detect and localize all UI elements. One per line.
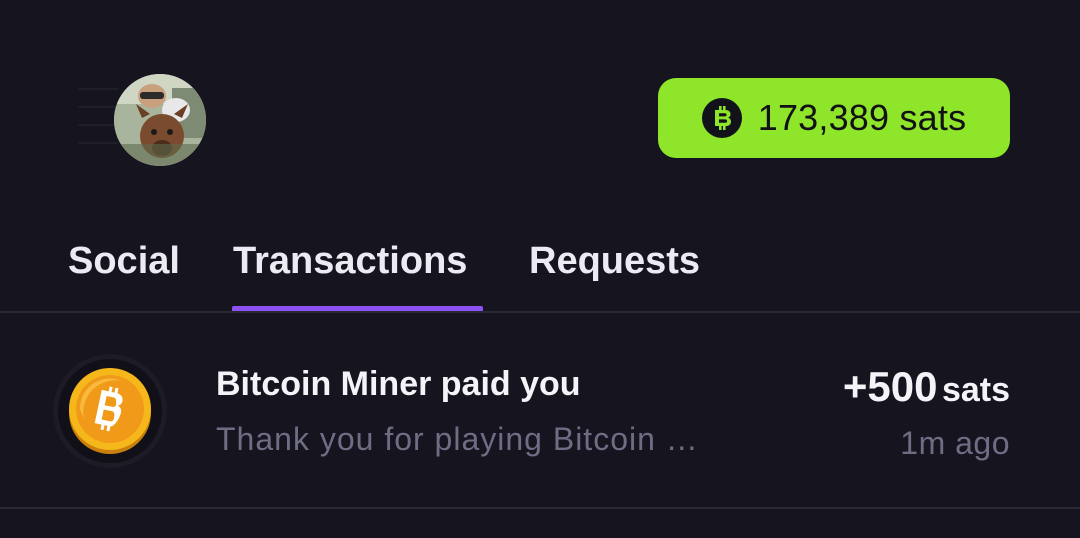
amount-unit: sats (941, 371, 1010, 409)
user-avatar-photo (114, 74, 206, 166)
balance-button[interactable]: 173,389 sats (658, 78, 1010, 158)
balance-amount: 173,389 sats (757, 97, 967, 138)
divider (0, 507, 1080, 509)
tab-transactions[interactable]: Transactions (233, 240, 467, 283)
tab-bar: Social Transactions Requests (0, 232, 1080, 312)
bitcoin-gold-coin-icon (52, 353, 168, 469)
amount-value: +500 (842, 363, 938, 410)
transaction-row[interactable]: Bitcoin Miner paid you Thank you for pla… (0, 313, 1080, 507)
bitcoin-coin-icon (701, 98, 742, 138)
tab-requests[interactable]: Requests (529, 240, 700, 283)
transaction-time: 1m ago (900, 425, 1010, 461)
transaction-subtitle: Thank you for playing Bitcoin Miner! (216, 421, 716, 457)
header: 173,389 sats (0, 0, 1080, 200)
tab-social[interactable]: Social (68, 240, 180, 283)
avatar[interactable] (114, 74, 206, 166)
transaction-title: Bitcoin Miner paid you (216, 365, 581, 403)
transaction-amount: +500 sats (843, 363, 1010, 411)
menu-icon[interactable] (78, 88, 118, 144)
